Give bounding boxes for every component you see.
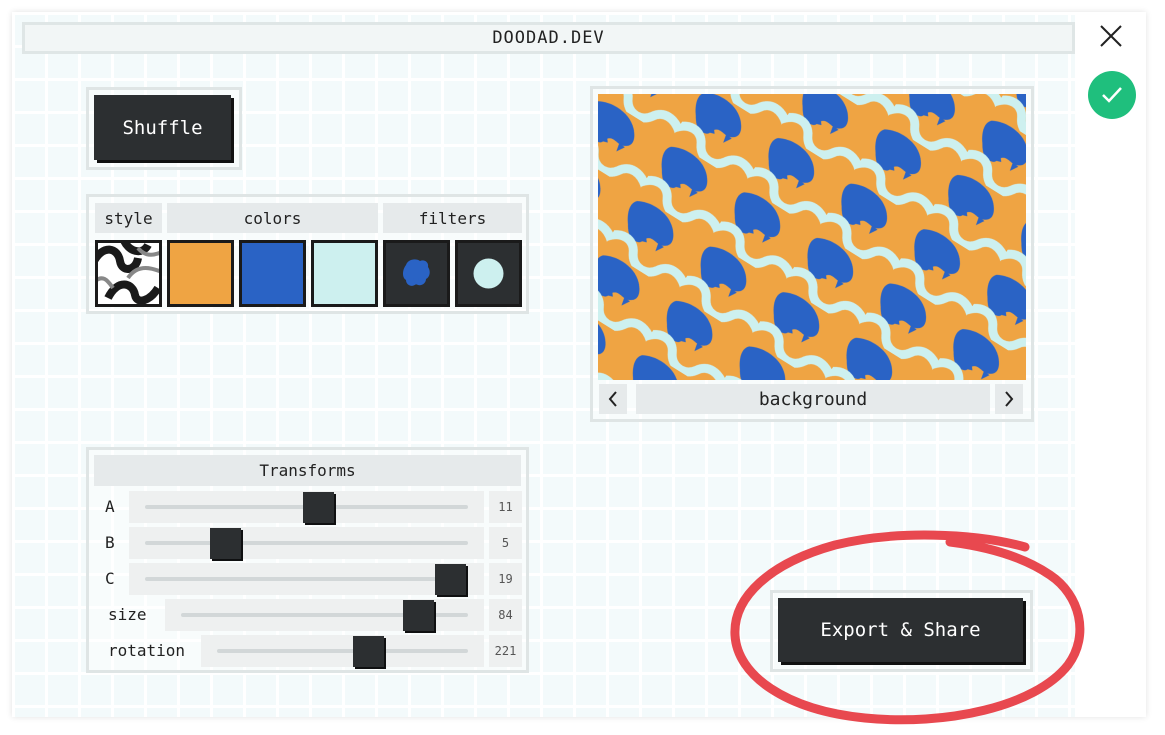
- slider-thumb[interactable]: [210, 528, 241, 559]
- slider-track-line: [145, 577, 468, 581]
- shape-filter-tile[interactable]: [383, 240, 450, 307]
- export-panel: Export & Share: [770, 590, 1033, 672]
- chevron-left-icon: [608, 391, 617, 407]
- confirm-badge[interactable]: [1088, 71, 1136, 119]
- transform-slider-rotation[interactable]: [201, 635, 484, 667]
- export-share-button[interactable]: Export & Share: [778, 598, 1023, 662]
- transform-slider-A[interactable]: [129, 491, 484, 523]
- style-tile[interactable]: [95, 240, 162, 307]
- swatch-panel: style colors filters: [86, 194, 529, 314]
- next-layer-button[interactable]: [995, 384, 1023, 414]
- close-icon: [1100, 25, 1122, 47]
- app-title: DOODAD.DEV: [492, 28, 605, 48]
- transform-label-A: A: [105, 497, 115, 516]
- slider-track-line: [145, 541, 468, 545]
- pattern-preview-image: [598, 94, 1026, 380]
- color-swatch-1[interactable]: [167, 240, 234, 307]
- transform-value-size: 84: [489, 599, 522, 631]
- filters-header: filters: [383, 203, 522, 233]
- transform-value-C: 19: [489, 563, 522, 595]
- transforms-title: Transforms: [94, 455, 521, 486]
- transform-label-B: B: [105, 533, 115, 552]
- dot-filter-tile[interactable]: [455, 240, 522, 307]
- transform-value-A: 11: [489, 491, 522, 523]
- transform-label-rotation: rotation: [108, 641, 186, 660]
- transform-value-rotation: 221: [489, 635, 522, 667]
- shuffle-button[interactable]: Shuffle: [94, 95, 231, 160]
- blob-filter-icon: [403, 259, 430, 286]
- transform-value-B: 5: [489, 527, 522, 559]
- transform-slider-size[interactable]: [165, 599, 484, 631]
- color-swatch-3[interactable]: [311, 240, 378, 307]
- style-header: style: [95, 203, 162, 233]
- pattern-style-icon: [98, 243, 159, 304]
- shuffle-panel: Shuffle: [86, 87, 242, 170]
- circle-filter-icon: [473, 258, 504, 289]
- transforms-panel: Transforms A 11 B 5 C 19 size 84 rotation 221: [86, 447, 529, 673]
- previous-layer-button[interactable]: [599, 384, 627, 414]
- transform-label-size: size: [108, 605, 147, 624]
- close-button[interactable]: [1097, 22, 1125, 50]
- slider-thumb[interactable]: [403, 600, 434, 631]
- colors-header: colors: [167, 203, 378, 233]
- transform-slider-C[interactable]: [129, 563, 484, 595]
- checkmark-icon: [1102, 87, 1122, 103]
- slider-thumb[interactable]: [303, 492, 334, 523]
- chevron-right-icon: [1005, 391, 1014, 407]
- slider-thumb[interactable]: [353, 636, 384, 667]
- preview-panel: background: [590, 86, 1034, 422]
- transform-slider-B[interactable]: [129, 527, 484, 559]
- color-swatch-2[interactable]: [239, 240, 306, 307]
- pattern-preview[interactable]: [598, 94, 1026, 380]
- slider-thumb[interactable]: [435, 564, 466, 595]
- app-title-bar: DOODAD.DEV: [22, 22, 1075, 54]
- transform-label-C: C: [105, 569, 115, 588]
- slider-track-line: [217, 649, 468, 653]
- layer-name: background: [636, 384, 990, 414]
